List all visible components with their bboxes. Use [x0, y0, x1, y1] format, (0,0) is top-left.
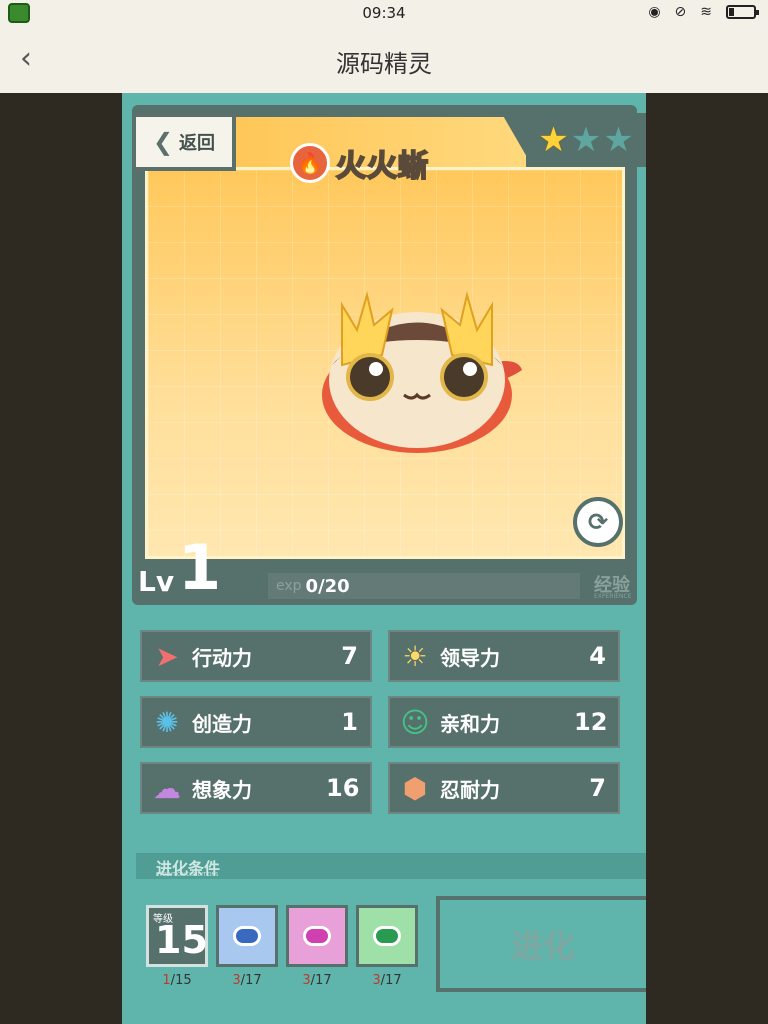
stat-name: 亲和力	[440, 711, 500, 736]
stat-value: 7	[341, 642, 358, 670]
cloud-icon: ☁	[153, 771, 181, 805]
stat-name: 想象力	[192, 777, 252, 802]
back-button[interactable]: ❮ 返回	[132, 113, 236, 171]
level-requirement-progress: 1/15	[162, 973, 192, 988]
battery-icon	[726, 5, 759, 19]
stat-leadership: ☀ 领导力 4	[388, 630, 620, 682]
sunrise-icon: ☀	[402, 639, 428, 673]
mute-icon: ⊘	[674, 4, 687, 20]
stat-value: 16	[326, 774, 360, 802]
stat-value: 12	[574, 708, 608, 736]
exp-prefix: exp	[276, 578, 302, 594]
pet-name-row: 🔥 火火蜥	[290, 141, 429, 185]
stat-name: 创造力	[192, 711, 252, 736]
stat-name: 领导力	[440, 645, 500, 670]
stat-name: 行动力	[192, 645, 252, 670]
wifi-icon: ≋	[700, 4, 712, 20]
page-title: 源码精灵	[336, 50, 432, 78]
chip-progress: 3/17	[302, 973, 332, 988]
stat-endurance: ⬢ 忍耐力 7	[388, 762, 620, 814]
pet-name: 火火蜥	[335, 148, 429, 185]
stat-action: ➤ 行动力 7	[140, 630, 372, 682]
pet-card: ❮ 返回 🔥 火火蜥 ★ ★ ★ ⟳	[132, 105, 646, 605]
stat-creativity: ✺ 创造力 1	[140, 696, 372, 748]
refresh-icon[interactable]: ⟳	[573, 497, 623, 547]
star-rating: ★ ★ ★	[526, 113, 646, 167]
chip-progress: 3/17	[372, 973, 402, 988]
exp-bar: exp 0/20	[268, 573, 580, 599]
chevron-left-icon: ❮	[152, 128, 174, 156]
running-icon: ➤	[155, 639, 179, 673]
code-chip-green[interactable]	[356, 905, 418, 967]
evolve-button-label: 进化	[510, 927, 575, 965]
eye-icon: ◉	[648, 4, 661, 20]
game-view: ❮ 返回 🔥 火火蜥 ★ ★ ★ ⟳ Lv 1 exp 0/20 经验 EXPE…	[122, 93, 646, 1024]
stat-affinity: ☺ 亲和力 12	[388, 696, 620, 748]
status-icons: ◉ ⊘ ≋	[648, 4, 759, 20]
stat-value: 1	[341, 708, 358, 736]
evolve-button[interactable]: 进化	[436, 896, 646, 992]
chip-icon	[303, 926, 331, 946]
lightbulb-icon: ✺	[155, 705, 179, 739]
chip-icon	[233, 926, 261, 946]
status-bar: 09:34 ◉ ⊘ ≋	[0, 0, 768, 26]
chip-progress: 3/17	[232, 973, 262, 988]
fire-icon: 🔥	[290, 143, 330, 183]
evolution-subtitle: EVOLUTION CONDITIONS	[156, 872, 219, 878]
star-icon-empty: ★	[603, 120, 634, 160]
exp-subtitle: EXPERIENCE	[594, 593, 632, 600]
level-requirement: 等级 15	[146, 905, 208, 967]
code-chip-blue[interactable]	[216, 905, 278, 967]
pet-character[interactable]	[312, 285, 522, 455]
stat-imagination: ☁ 想象力 16	[140, 762, 372, 814]
exp-value: 0/20	[305, 575, 350, 597]
stat-value: 7	[589, 774, 606, 802]
back-label: 返回	[179, 133, 216, 154]
level-requirement-value: 15	[155, 918, 208, 962]
star-icon-empty: ★	[570, 120, 602, 160]
shield-icon: ⬢	[402, 771, 428, 805]
chip-icon	[373, 926, 401, 946]
nav-bar: ‹ 源码精灵	[0, 26, 768, 93]
star-icon-filled: ★	[538, 120, 569, 160]
level-label: Lv	[138, 565, 175, 598]
level-value: 1	[178, 531, 222, 604]
smile-icon: ☺	[400, 705, 430, 739]
level-row: Lv 1 exp 0/20 经验 EXPERIENCE	[132, 531, 637, 604]
stat-name: 忍耐力	[440, 777, 500, 802]
code-chip-pink[interactable]	[286, 905, 348, 967]
evolution-header: 进化条件 EVOLUTION CONDITIONS	[136, 853, 646, 879]
stat-value: 4	[589, 642, 606, 670]
